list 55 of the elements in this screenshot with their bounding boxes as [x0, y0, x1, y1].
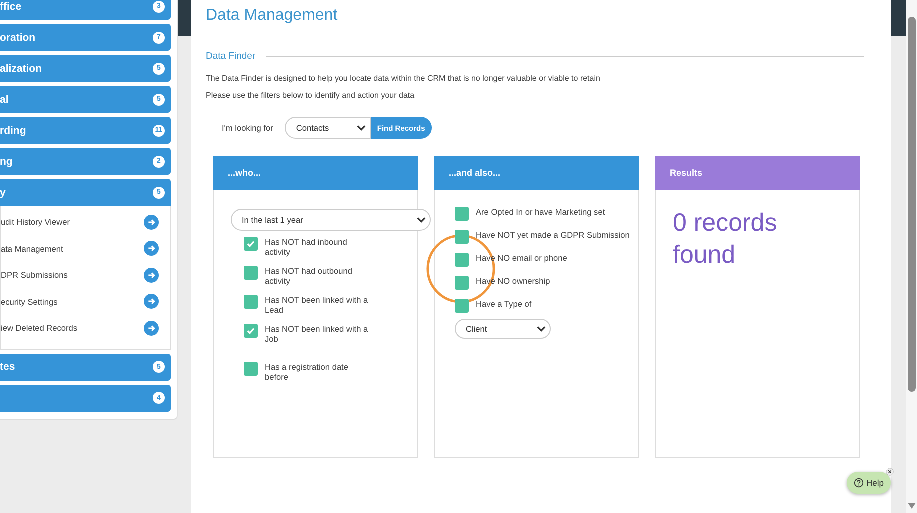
- filter-label: Has NOT been linked with a Lead: [265, 295, 368, 315]
- filter-label: Has NOT had outbound activity: [265, 266, 352, 286]
- submenu-item[interactable]: iew Deleted Records: [1, 323, 78, 334]
- group-label: y: [0, 186, 6, 198]
- card-header: ...and also...: [434, 156, 639, 190]
- checkbox[interactable]: [244, 266, 258, 280]
- chevron-icon: [357, 125, 366, 131]
- filter-label: Have a Type of: [476, 299, 532, 309]
- card-header: ...who...: [213, 156, 418, 190]
- filter-label: Has a registration date before: [265, 362, 348, 382]
- filter-label: Has NOT had inbound activity: [265, 237, 348, 257]
- checkbox[interactable]: [455, 299, 469, 313]
- submenu-item[interactable]: ecurity Settings: [1, 296, 58, 307]
- intro-text: Please use the filters below to identify and action your data: [206, 91, 416, 100]
- help-icon: [854, 478, 864, 488]
- checkbox[interactable]: [455, 276, 469, 290]
- filter-label: Has NOT been linked with a Job: [265, 324, 368, 344]
- looking-for-label: I'm looking for: [222, 123, 274, 133]
- checkbox[interactable]: [455, 253, 469, 267]
- chevron-icon: [417, 217, 426, 223]
- group-label: alization: [0, 62, 42, 74]
- group-label: rding: [0, 124, 26, 136]
- checkbox[interactable]: [244, 237, 258, 251]
- check-icon: [246, 239, 256, 249]
- group-label: tes: [0, 361, 16, 373]
- group-label: al: [0, 94, 9, 106]
- section-title: Data Finder: [206, 51, 256, 62]
- close-icon[interactable]: [886, 468, 894, 476]
- checkbox[interactable]: [244, 362, 258, 376]
- scrollbar[interactable]: [906, 0, 917, 513]
- filter-label: Have NOT yet made a GDPR Submission: [476, 230, 630, 240]
- intro-text: The Data Finder is designed to help you locate data within the CRM that is no longer valuable or viable to retain: [206, 74, 602, 83]
- checkbox[interactable]: [455, 230, 469, 244]
- scroll-down-icon[interactable]: [908, 503, 916, 509]
- checkbox[interactable]: [244, 324, 258, 338]
- record-type-select[interactable]: Contacts: [285, 117, 372, 139]
- submenu-item[interactable]: DPR Submissions: [1, 270, 68, 280]
- check-icon: [246, 326, 256, 336]
- filter-label: Are Opted In or have Marketing set: [476, 207, 606, 217]
- page-title: Data Management: [206, 7, 339, 25]
- group-label: ffice: [0, 0, 22, 12]
- type-select[interactable]: Client: [455, 319, 551, 339]
- card-header: Results: [655, 156, 860, 190]
- results-count: 0 records found: [673, 208, 778, 271]
- checkbox[interactable]: [244, 295, 258, 309]
- checkbox[interactable]: [455, 207, 469, 221]
- help-button[interactable]: Help: [846, 472, 891, 494]
- period-select[interactable]: In the last 1 year: [231, 209, 431, 231]
- group-label: ng: [0, 156, 13, 168]
- submenu-item[interactable]: udit History Viewer: [1, 217, 70, 228]
- submenu-item[interactable]: ata Management: [1, 244, 64, 254]
- group-label: oration: [0, 32, 36, 44]
- header-bar: [891, 0, 906, 36]
- chevron-icon: [537, 326, 546, 332]
- header-bar: [178, 0, 191, 36]
